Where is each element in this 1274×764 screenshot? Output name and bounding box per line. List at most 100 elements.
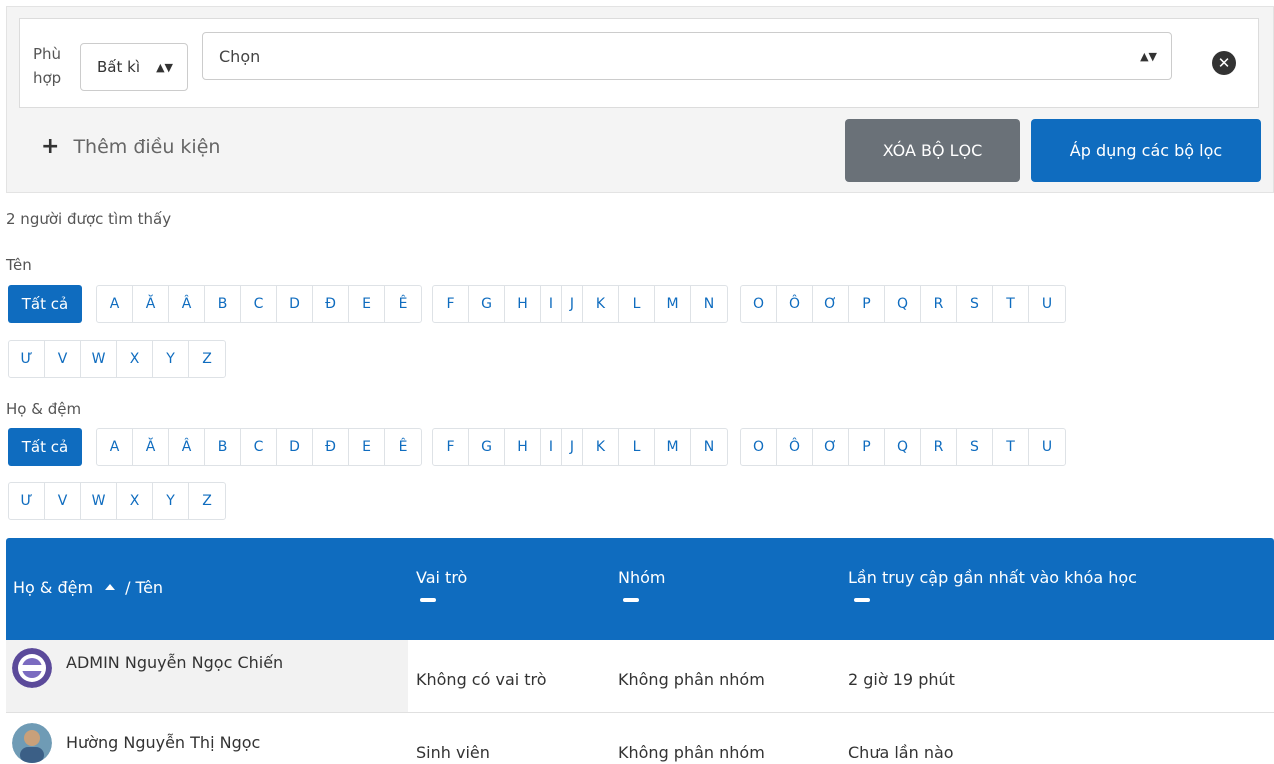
letter-button[interactable]: A bbox=[97, 286, 133, 322]
letter-button[interactable]: Đ bbox=[313, 286, 349, 322]
header-last-access[interactable]: Lần truy cập gần nhất vào khóa học bbox=[848, 568, 1137, 587]
letter-button[interactable]: I bbox=[541, 429, 562, 465]
letter-button[interactable]: V bbox=[45, 341, 81, 377]
letter-button[interactable]: Ô bbox=[777, 286, 813, 322]
letter-button[interactable]: Y bbox=[153, 483, 189, 519]
letter-button[interactable]: P bbox=[849, 286, 885, 322]
filter-panel: Phù hợp Bất kì ▲▼ Chọn ▲▼ ✕ + Thêm điều … bbox=[6, 6, 1274, 193]
clear-filters-button[interactable]: XÓA BỘ LỌC bbox=[845, 119, 1020, 182]
letter-button[interactable]: J bbox=[562, 286, 583, 322]
letter-button[interactable]: W bbox=[81, 483, 117, 519]
letter-button[interactable]: N bbox=[691, 429, 727, 465]
letter-button[interactable]: G bbox=[469, 429, 505, 465]
letter-button[interactable]: H bbox=[505, 286, 541, 322]
avatar[interactable] bbox=[12, 648, 52, 688]
letter-button[interactable]: R bbox=[921, 429, 957, 465]
letter-button[interactable]: H bbox=[505, 429, 541, 465]
letter-button[interactable]: A bbox=[97, 429, 133, 465]
letter-button[interactable]: S bbox=[957, 429, 993, 465]
letter-button[interactable]: M bbox=[655, 429, 691, 465]
letter-button[interactable]: Ê bbox=[385, 429, 421, 465]
letter-button[interactable]: K bbox=[583, 286, 619, 322]
letter-button[interactable]: Ô bbox=[777, 429, 813, 465]
match-select[interactable]: Bất kì ▲▼ bbox=[80, 43, 188, 91]
lastname-all-button[interactable]: Tất cả bbox=[8, 428, 82, 466]
letter-button[interactable]: Ư bbox=[9, 341, 45, 377]
letter-button[interactable]: X bbox=[117, 483, 153, 519]
letter-button[interactable]: L bbox=[619, 429, 655, 465]
role-cell[interactable]: Không có vai trò bbox=[416, 670, 547, 689]
user-name-link[interactable]: ADMIN Nguyễn Ngọc Chiến bbox=[66, 653, 283, 672]
letter-group: OÔƠPQRSTU bbox=[740, 285, 1066, 323]
name-cell: Hường Nguyễn Thị Ngọc bbox=[6, 713, 408, 764]
letter-button[interactable]: L bbox=[619, 286, 655, 322]
select-caret-icon: ▲▼ bbox=[1140, 49, 1157, 63]
header-role[interactable]: Vai trò bbox=[416, 568, 467, 587]
letter-button[interactable]: Ă bbox=[133, 286, 169, 322]
remove-filter-icon[interactable]: ✕ bbox=[1212, 51, 1236, 75]
sort-firstname-link[interactable]: / Tên bbox=[125, 578, 163, 597]
letter-button[interactable]: T bbox=[993, 429, 1029, 465]
add-condition-button[interactable]: + Thêm điều kiện bbox=[41, 134, 220, 159]
letter-button[interactable]: Ơ bbox=[813, 429, 849, 465]
header-name: Họ & đệm / Tên bbox=[13, 578, 163, 597]
letter-button[interactable]: J bbox=[562, 429, 583, 465]
letter-button[interactable]: R bbox=[921, 286, 957, 322]
letter-group: OÔƠPQRSTU bbox=[740, 428, 1066, 466]
letter-button[interactable]: N bbox=[691, 286, 727, 322]
letter-button[interactable]: O bbox=[741, 286, 777, 322]
firstname-all-button[interactable]: Tất cả bbox=[8, 285, 82, 323]
letter-button[interactable]: X bbox=[117, 341, 153, 377]
letter-group: FGHIJKLMN bbox=[432, 285, 728, 323]
letter-button[interactable]: Y bbox=[153, 341, 189, 377]
letter-button[interactable]: U bbox=[1029, 286, 1065, 322]
letter-button[interactable]: Q bbox=[885, 429, 921, 465]
letter-button[interactable]: W bbox=[81, 341, 117, 377]
plus-icon: + bbox=[41, 134, 60, 159]
letter-group: ƯVWXYZ bbox=[8, 340, 226, 378]
letter-button[interactable]: Â bbox=[169, 429, 205, 465]
letter-button[interactable]: E bbox=[349, 286, 385, 322]
lastname-bar-label: Họ & đệm bbox=[6, 400, 82, 418]
letter-button[interactable]: M bbox=[655, 286, 691, 322]
letter-button[interactable]: V bbox=[45, 483, 81, 519]
letter-button[interactable]: B bbox=[205, 286, 241, 322]
role-cell[interactable]: Sinh viên bbox=[416, 743, 490, 762]
letter-button[interactable]: T bbox=[993, 286, 1029, 322]
letter-button[interactable]: B bbox=[205, 429, 241, 465]
letter-button[interactable]: P bbox=[849, 429, 885, 465]
collapse-column-icon[interactable] bbox=[420, 598, 436, 602]
header-group[interactable]: Nhóm bbox=[618, 568, 665, 587]
letter-button[interactable]: I bbox=[541, 286, 562, 322]
participants-table-header: Họ & đệm / Tên Vai trò Nhóm Lần truy cập … bbox=[6, 538, 1274, 640]
letter-button[interactable]: U bbox=[1029, 429, 1065, 465]
filter-type-select[interactable]: Chọn ▲▼ bbox=[202, 32, 1172, 80]
letter-button[interactable]: Ê bbox=[385, 286, 421, 322]
firstname-bar-label: Tên bbox=[6, 256, 32, 274]
letter-button[interactable]: F bbox=[433, 286, 469, 322]
letter-button[interactable]: C bbox=[241, 429, 277, 465]
letter-button[interactable]: S bbox=[957, 286, 993, 322]
letter-button[interactable]: Â bbox=[169, 286, 205, 322]
letter-button[interactable]: E bbox=[349, 429, 385, 465]
user-name-link[interactable]: Hường Nguyễn Thị Ngọc bbox=[66, 733, 260, 752]
avatar[interactable] bbox=[12, 723, 52, 763]
apply-filters-button[interactable]: Áp dụng các bộ lọc bbox=[1031, 119, 1261, 182]
letter-button[interactable]: Z bbox=[189, 483, 225, 519]
letter-button[interactable]: G bbox=[469, 286, 505, 322]
letter-button[interactable]: Ă bbox=[133, 429, 169, 465]
letter-button[interactable]: C bbox=[241, 286, 277, 322]
collapse-column-icon[interactable] bbox=[623, 598, 639, 602]
letter-button[interactable]: D bbox=[277, 286, 313, 322]
letter-button[interactable]: Đ bbox=[313, 429, 349, 465]
sort-lastname-link[interactable]: Họ & đệm bbox=[13, 578, 93, 597]
letter-button[interactable]: Q bbox=[885, 286, 921, 322]
collapse-column-icon[interactable] bbox=[854, 598, 870, 602]
letter-button[interactable]: Ư bbox=[9, 483, 45, 519]
letter-button[interactable]: D bbox=[277, 429, 313, 465]
letter-button[interactable]: Z bbox=[189, 341, 225, 377]
letter-button[interactable]: O bbox=[741, 429, 777, 465]
letter-button[interactable]: Ơ bbox=[813, 286, 849, 322]
letter-button[interactable]: K bbox=[583, 429, 619, 465]
letter-button[interactable]: F bbox=[433, 429, 469, 465]
